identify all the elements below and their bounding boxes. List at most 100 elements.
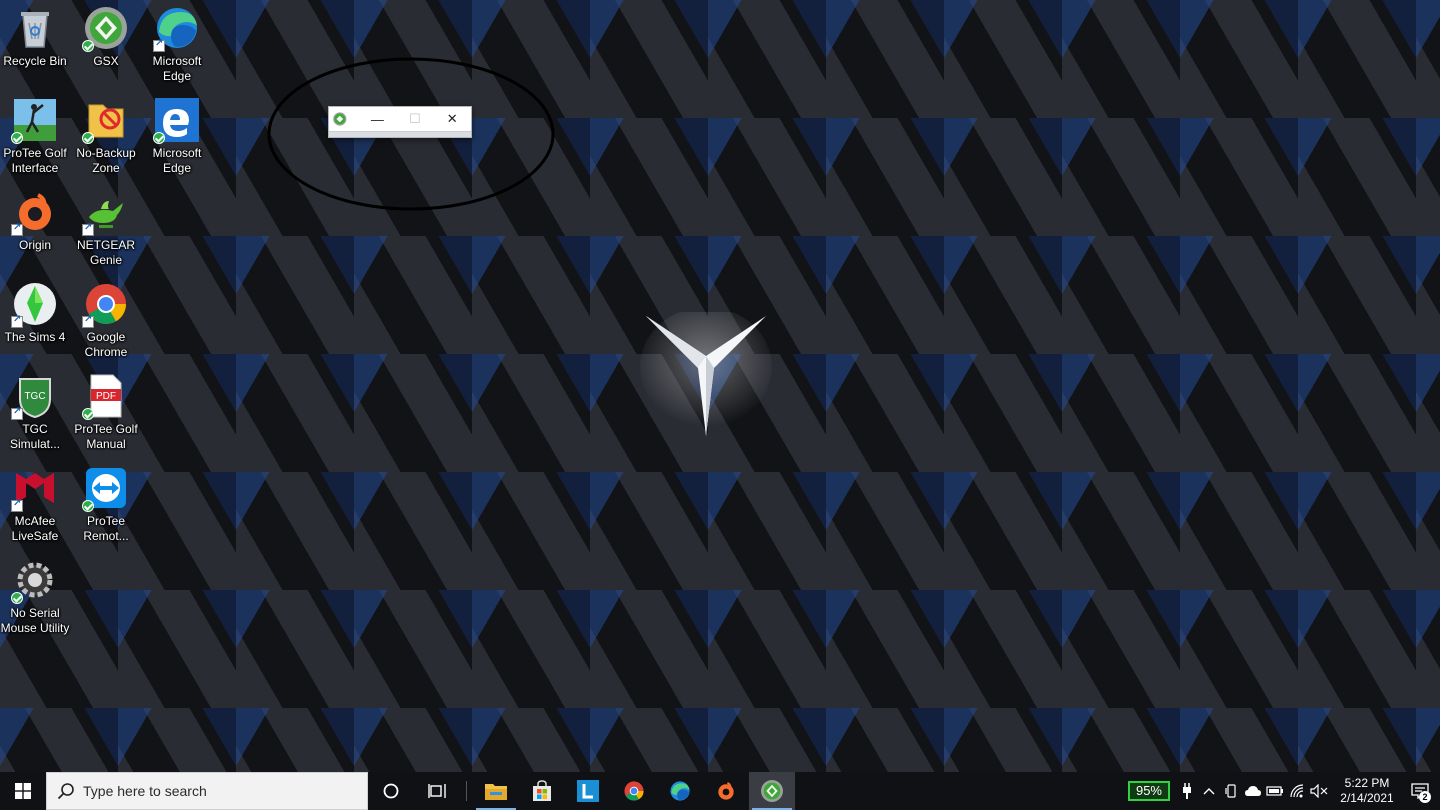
shortcut-arrow-icon xyxy=(82,314,94,328)
taskbar-store[interactable] xyxy=(519,772,565,810)
teamviewer-icon xyxy=(82,464,130,512)
notification-count-badge: 2 xyxy=(1419,791,1431,803)
sync-check-icon xyxy=(82,40,94,52)
wifi-icon[interactable] xyxy=(1286,772,1308,810)
desktop-icon-label: ProTee Golf Manual xyxy=(74,422,138,451)
sync-check-icon xyxy=(82,408,94,420)
maximize-icon: ☐ xyxy=(408,111,421,126)
minimize-icon: — xyxy=(370,111,384,127)
svg-text:TGC: TGC xyxy=(24,391,45,402)
taskbar-l-app[interactable] xyxy=(565,772,611,810)
taskbar-search-box[interactable] xyxy=(46,772,368,810)
desktop-icon-netgear-genie[interactable]: NETGEAR Genie xyxy=(71,188,141,276)
desktop-icon-google-chrome[interactable]: Google Chrome xyxy=(71,280,141,368)
desktop-icon-microsoft-edge-new[interactable]: Microsoft Edge xyxy=(142,4,212,92)
cortana-circle-icon xyxy=(383,783,399,799)
chevron-up-icon[interactable] xyxy=(1198,772,1220,810)
store-icon xyxy=(533,780,551,801)
close-icon: ✕ xyxy=(446,111,458,126)
taskbar-gsx[interactable] xyxy=(749,772,795,810)
taskbar-chrome[interactable] xyxy=(611,772,657,810)
shortcut-arrow-icon xyxy=(11,406,23,420)
edge-legacy-icon xyxy=(153,96,201,144)
battery-icon[interactable] xyxy=(1264,772,1286,810)
search-icon xyxy=(57,783,74,800)
desktop-icon-label: Origin xyxy=(18,238,51,252)
edge-new-icon xyxy=(153,4,201,52)
desktop-icon-mcafee[interactable]: McAfee LiveSafe xyxy=(0,464,70,552)
minimize-button[interactable]: — xyxy=(359,107,396,131)
system-tray: 95% 5:22 PM 2/14/2021 2 xyxy=(1127,772,1440,810)
pdf-icon: PDF xyxy=(82,372,130,420)
desktop-icon-tgc[interactable]: TGC TGC Simulat... xyxy=(0,372,70,460)
desktop-icon-label: ProTee Remot... xyxy=(83,514,129,543)
tgc-icon: TGC xyxy=(11,372,59,420)
desktop-icon-label: Google Chrome xyxy=(84,330,128,359)
desktop-icon-gsx[interactable]: GSX xyxy=(71,4,141,92)
onedrive-cloud-icon[interactable] xyxy=(1242,772,1264,810)
battery-percent-badge[interactable]: 95% xyxy=(1127,781,1170,801)
desktop-icon-label: Recycle Bin xyxy=(3,54,67,68)
desktop-icon-protee-golf-manual[interactable]: PDF ProTee Golf Manual xyxy=(71,372,141,460)
desktop-icon-label: Microsoft Edge xyxy=(152,54,202,83)
windows-logo-icon xyxy=(15,783,31,799)
golfer-icon xyxy=(11,96,59,144)
desktop-icon-origin[interactable]: Origin xyxy=(0,188,70,276)
chrome-icon xyxy=(82,280,130,328)
desktop-icon-microsoft-edge-legacy[interactable]: Microsoft Edge xyxy=(142,96,212,184)
sync-check-icon xyxy=(153,132,165,144)
desktop-icon-label: McAfee LiveSafe xyxy=(11,514,59,543)
origin-icon xyxy=(11,188,59,236)
window-titlebar[interactable]: — ☐ ✕ xyxy=(329,107,471,131)
taskbar-edge[interactable] xyxy=(657,772,703,810)
shortcut-arrow-icon xyxy=(153,38,165,52)
gsx-icon xyxy=(333,112,347,126)
sync-check-icon xyxy=(82,500,94,512)
origin-icon xyxy=(718,782,734,800)
wallpaper-logo xyxy=(640,312,772,436)
edge-icon xyxy=(670,781,690,801)
l-app-icon xyxy=(577,780,599,802)
no-backup-folder-icon xyxy=(82,96,130,144)
desktop-icon-protee-golf-interface[interactable]: ProTee Golf Interface xyxy=(0,96,70,184)
desktop-icon-no-serial-mouse-utility[interactable]: No Serial Mouse Utility xyxy=(0,556,70,644)
desktop-icon-label: ProTee Golf Interface xyxy=(3,146,67,175)
start-button[interactable] xyxy=(0,772,46,810)
taskbar-separator xyxy=(466,781,467,801)
volume-muted-icon[interactable] xyxy=(1308,772,1330,810)
desktop-icon-sims-4[interactable]: The Sims 4 xyxy=(0,280,70,368)
chrome-icon xyxy=(624,781,644,801)
desktop-icon-label: NETGEAR Genie xyxy=(76,238,135,267)
desktop-icon-label: TGC Simulat... xyxy=(9,422,60,451)
desktop-icon-label: GSX xyxy=(93,54,119,68)
gear-icon xyxy=(11,556,59,604)
clock-date: 2/14/2021 xyxy=(1340,791,1394,805)
svg-text:PDF: PDF xyxy=(96,391,116,402)
sync-check-icon xyxy=(11,592,23,604)
cortana-button[interactable] xyxy=(368,772,414,810)
taskbar-origin[interactable] xyxy=(703,772,749,810)
shortcut-arrow-icon xyxy=(82,222,94,236)
desktop-icon-no-backup-zone[interactable]: No-Backup Zone xyxy=(71,96,141,184)
file-explorer-icon xyxy=(485,784,507,800)
maximize-button[interactable]: ☐ xyxy=(396,107,433,131)
shortcut-arrow-icon xyxy=(11,222,23,236)
clock[interactable]: 5:22 PM 2/14/2021 xyxy=(1334,776,1400,806)
desktop-icon-recycle-bin[interactable]: Recycle Bin xyxy=(0,4,70,92)
desktop-icon-label: No Serial Mouse Utility xyxy=(0,606,70,635)
desktop[interactable]: Recycle Bin ProTee Golf Interface Origin… xyxy=(0,0,1440,772)
shortcut-arrow-icon xyxy=(11,498,23,512)
mini-app-window[interactable]: — ☐ ✕ xyxy=(328,106,472,138)
mcafee-icon xyxy=(11,464,59,512)
task-view-button[interactable] xyxy=(414,772,460,810)
close-button[interactable]: ✕ xyxy=(434,107,471,131)
action-center-button[interactable]: 2 xyxy=(1400,772,1440,810)
desktop-icon-protee-remote[interactable]: ProTee Remot... xyxy=(71,464,141,552)
desktop-icon-label: No-Backup Zone xyxy=(76,146,136,175)
shortcut-arrow-icon xyxy=(11,314,23,328)
phone-device-icon[interactable] xyxy=(1220,772,1242,810)
search-input[interactable] xyxy=(83,783,353,799)
taskbar-file-explorer[interactable] xyxy=(473,772,519,810)
power-plug-icon[interactable] xyxy=(1176,772,1198,810)
sync-check-icon xyxy=(11,132,23,144)
